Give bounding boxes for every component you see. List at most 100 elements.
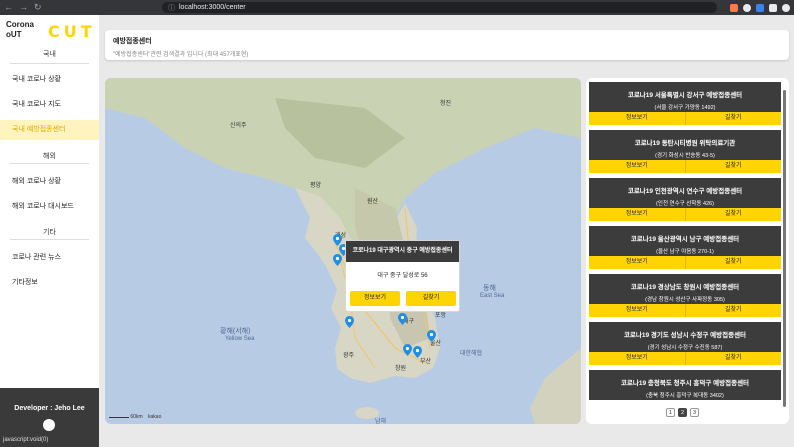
- center-address: (경기 화성시 반송동 43-5): [655, 153, 715, 159]
- center-card: 코로나19 경상남도 창원시 예방접종센터 (경남 창원시 성산구 사파정동 30…: [589, 274, 781, 317]
- center-address: (울산 남구 야음동 270-1): [656, 249, 714, 255]
- center-list: 코로나19 서울특별시 강서구 예방접종센터 (서울 강서구 가양동 1492) …: [586, 78, 789, 424]
- center-address: (경기 성남시 수정구 수진동 587): [647, 345, 723, 351]
- divider: [10, 163, 89, 164]
- center-name: 코로나19 서울특별시 강서구 예방접종센터: [627, 92, 743, 99]
- center-address: (경남 창원시 성산구 사파정동 305): [645, 297, 725, 303]
- pagination: 1 2 3: [666, 408, 699, 417]
- map-scale-label: 60km: [130, 414, 143, 420]
- route-button[interactable]: 길찾기: [685, 352, 781, 365]
- info-button[interactable]: 정보보기: [589, 160, 686, 173]
- developer-label: Developer : Jeho Lee: [14, 405, 85, 412]
- url-text: localhost:3000/center: [179, 4, 246, 11]
- logo[interactable]: Corona oUT CUT: [6, 20, 96, 46]
- map-label-pyongyang: 평양: [310, 183, 322, 189]
- info-button[interactable]: 정보보기: [589, 304, 686, 317]
- popup-title: 코로나19 대구광역시 중구 예방접종센터: [346, 241, 459, 262]
- map-pin-icon[interactable]: [413, 346, 422, 358]
- map-label-yellow-sea: 황해(서해): [220, 328, 251, 335]
- extensions: [730, 3, 790, 12]
- info-icon: ⓘ: [168, 4, 175, 12]
- sidebar-item-domestic-map[interactable]: 국내 코로나 지도: [0, 95, 99, 115]
- center-card: 코로나19 서울특별시 강서구 예방접종센터 (서울 강서구 가양동 1492) …: [589, 82, 781, 125]
- center-name: 코로나19 인천광역시 연수구 예방접종센터: [627, 188, 743, 195]
- page-subtitle: "예방접종센터"관련 검색결과 입니다 (최대 457개표현): [113, 52, 249, 58]
- info-button[interactable]: 정보보기: [589, 112, 686, 125]
- map-pin-icon[interactable]: [333, 254, 342, 266]
- center-name: 코로나19 동탄시티병원 위탁의료기관: [634, 140, 736, 147]
- puzzle-icon[interactable]: [769, 3, 777, 12]
- map-pin-icon[interactable]: [427, 330, 436, 342]
- route-button[interactable]: 길찾기: [685, 160, 781, 173]
- route-button[interactable]: 길찾기: [685, 256, 781, 269]
- map-label-wonsan: 원산: [367, 199, 379, 205]
- center-card: 코로나19 충청북도 청주시 흥덕구 예방접종센터 (충북 청주시 흥덕구 복대동…: [589, 370, 781, 402]
- logo-cut: CUT: [48, 22, 96, 41]
- map-popup: 코로나19 대구광역시 중구 예방접종센터 대구 중구 달성로 56 정보보기 …: [345, 240, 460, 312]
- center-card: 코로나19 경기도 성남시 수정구 예방접종센터 (경기 성남시 수정구 수진동 …: [589, 322, 781, 365]
- popup-address: 대구 중구 달성로 56: [377, 273, 428, 279]
- page-button-current[interactable]: 2: [678, 408, 687, 417]
- page-button[interactable]: 3: [690, 408, 699, 417]
- extension-icon[interactable]: [743, 3, 751, 12]
- address-bar[interactable]: ⓘ localhost:3000/center: [162, 2, 717, 13]
- browser-toolbar: ← → ↻ ⓘ localhost:3000/center: [0, 0, 794, 15]
- sidebar-item-overseas-status[interactable]: 해외 코로나 상황: [0, 172, 99, 192]
- info-button[interactable]: 정보보기: [589, 208, 686, 221]
- profile-icon[interactable]: [782, 3, 790, 12]
- map-pin-icon[interactable]: [398, 313, 407, 325]
- center-name: 코로나19 경기도 성남시 수정구 예방접종센터: [623, 332, 747, 339]
- map-label-sinuiju: 신의주: [230, 123, 247, 129]
- divider: [10, 239, 89, 240]
- page-button[interactable]: 1: [666, 408, 675, 417]
- page-header: 예방접종센터 "예방접종센터"관련 검색결과 입니다 (최대 457개표현): [105, 30, 789, 60]
- map-label-east-sea: 동해: [483, 285, 496, 292]
- sidebar-item-etc-info[interactable]: 기타정보: [0, 273, 99, 293]
- route-button[interactable]: 길찾기: [685, 304, 781, 317]
- center-address: (인천 연수구 선학동 426): [656, 201, 714, 207]
- info-button[interactable]: 정보보기: [589, 256, 686, 269]
- section-overseas: 해외: [43, 153, 56, 160]
- section-domestic: 국내: [43, 51, 56, 58]
- center-card: 코로나19 인천광역시 연수구 예방접종센터 (인천 연수구 선학동 426) 정…: [589, 178, 781, 221]
- center-card: 코로나19 울산광역시 남구 예방접종센터 (울산 남구 야음동 270-1) 정…: [589, 226, 781, 269]
- status-url: javascript:void(0): [0, 437, 52, 443]
- sidebar: Corona oUT CUT 국내 국내 코로나 상황 국내 코로나 지도 국내…: [0, 15, 99, 447]
- sidebar-item-vaccination-center[interactable]: 국내 예방접종센터: [0, 120, 99, 140]
- popup-info-button[interactable]: 정보보기: [350, 291, 400, 306]
- map-label-gwangju: 광주: [343, 353, 355, 359]
- map-label-south-sea: 남해: [375, 419, 387, 424]
- center-name: 코로나19 충청북도 청주시 흥덕구 예방접종센터: [620, 380, 750, 387]
- map-pin-icon[interactable]: [345, 316, 354, 328]
- map-label-chongjin: 청진: [440, 101, 452, 107]
- center-address: (충북 청주시 흥덕구 복대동 3402): [646, 393, 724, 399]
- forward-icon[interactable]: →: [19, 2, 28, 13]
- popup-route-button[interactable]: 길찾기: [406, 291, 456, 306]
- sidebar-item-news[interactable]: 코로나 관련 뉴스: [0, 248, 99, 268]
- logo-line1: Corona: [6, 20, 34, 29]
- github-icon[interactable]: [43, 419, 55, 431]
- list-scrollbar[interactable]: [783, 90, 786, 407]
- route-button[interactable]: 길찾기: [685, 112, 781, 125]
- reload-icon[interactable]: ↻: [34, 2, 42, 13]
- map-label-changwon: 창원: [395, 366, 407, 372]
- map[interactable]: 신의주 개성 평양 원산 청진 강릉 대구 부산 울산 광주 대전 포항 창원 …: [105, 78, 581, 424]
- center-name: 코로나19 경상남도 창원시 예방접종센터: [630, 284, 740, 291]
- divider: [10, 63, 89, 64]
- section-etc: 기타: [43, 229, 56, 236]
- info-button[interactable]: 정보보기: [589, 352, 686, 365]
- map-pin-icon[interactable]: [403, 344, 412, 356]
- center-card: 코로나19 동탄시티병원 위탁의료기관 (경기 화성시 반송동 43-5) 정보보…: [589, 130, 781, 173]
- brave-shield-icon[interactable]: [730, 3, 738, 12]
- back-icon[interactable]: ←: [4, 2, 13, 13]
- logo-line2: oUT: [6, 30, 22, 39]
- map-scale: 60km kakao: [109, 414, 161, 420]
- translate-icon[interactable]: [756, 3, 764, 12]
- map-label-east-sea-en: East Sea: [480, 293, 505, 299]
- page-title: 예방접종센터: [113, 38, 152, 45]
- browser-nav: ← → ↻: [4, 2, 44, 13]
- sidebar-item-domestic-status[interactable]: 국내 코로나 상황: [0, 70, 99, 90]
- route-button[interactable]: 길찾기: [685, 208, 781, 221]
- sidebar-item-overseas-dashboard[interactable]: 해외 코로나 대시보드: [0, 197, 99, 217]
- center-name: 코로나19 울산광역시 남구 예방접종센터: [630, 236, 740, 243]
